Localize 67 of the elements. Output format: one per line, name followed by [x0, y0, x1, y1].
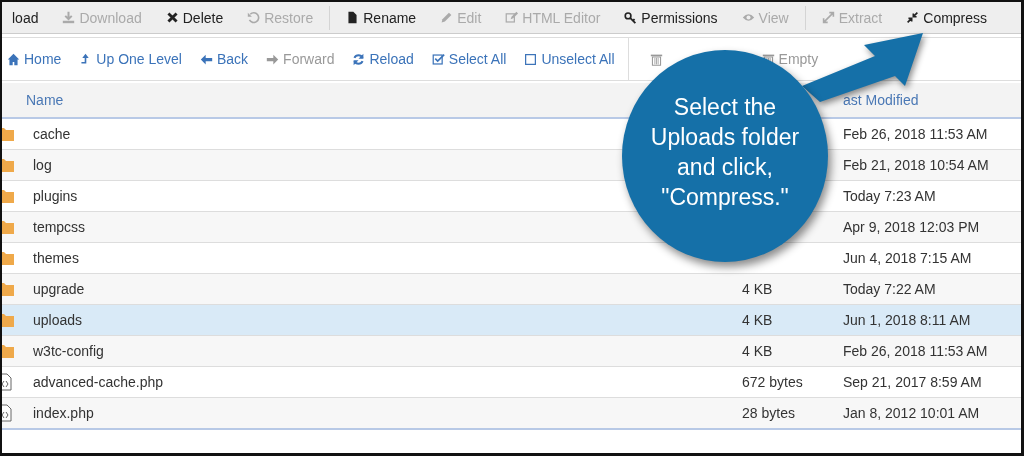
nav-button[interactable]: Home — [2, 45, 71, 73]
file-name: uploads — [33, 312, 83, 328]
download-icon — [62, 11, 76, 24]
file-icon — [346, 11, 360, 24]
file-size: 672 bytes — [742, 374, 803, 390]
nav-button[interactable]: Up One Level — [70, 45, 191, 73]
edit-icon — [505, 11, 519, 24]
file-size: 4 KB — [742, 281, 773, 297]
modified-date: Today 7:23 AM — [843, 188, 936, 204]
file-row[interactable]: index.php 28 bytes Jan 8, 2012 10:01 AM — [2, 398, 1021, 429]
column-header[interactable]: Name — [26, 92, 64, 108]
back-arrow-icon — [199, 52, 213, 66]
nav-button[interactable]: Select All — [422, 45, 516, 73]
file-name: advanced-cache.php — [33, 374, 163, 390]
pencil-icon — [440, 11, 454, 24]
nav-button[interactable]: Unselect All — [515, 45, 624, 73]
column-header[interactable]: ast Modified — [843, 92, 919, 108]
file-name: log — [33, 157, 52, 173]
toolbar-button[interactable]: load — [2, 3, 51, 32]
toolbar-button[interactable]: Compress — [894, 3, 1000, 32]
undo-icon — [247, 11, 261, 24]
folder-icon — [2, 189, 14, 203]
toolbar-button[interactable]: Delete — [153, 3, 236, 32]
folder-icon — [2, 251, 14, 265]
file-name: plugins — [33, 188, 78, 204]
folder-icon — [2, 158, 14, 172]
modified-date: Jun 1, 2018 8:11 AM — [843, 312, 971, 328]
compress-icon — [906, 11, 920, 24]
file-size: 4 KB — [742, 343, 773, 359]
file-size: 28 bytes — [742, 405, 795, 421]
forward-arrow-icon — [266, 52, 280, 66]
folder-icon — [2, 282, 14, 296]
folder-icon — [2, 313, 14, 327]
modified-date: Today 7:22 AM — [843, 281, 936, 297]
home-icon — [7, 52, 20, 66]
modified-date: Apr 9, 2018 12:03 PM — [843, 219, 980, 235]
file-name: tempcss — [33, 219, 86, 235]
key-icon — [624, 11, 638, 24]
file-row[interactable]: w3tc-config 4 KB Feb 26, 2018 11:53 AM — [2, 336, 1021, 367]
toolbar-button[interactable]: Permissions — [612, 3, 730, 32]
modified-date: Sep 21, 2017 8:59 AM — [843, 374, 982, 390]
expand-icon — [821, 11, 835, 24]
file-name: w3tc-config — [33, 343, 104, 359]
folder-icon — [2, 220, 14, 234]
folder-icon — [2, 344, 14, 358]
folder-icon — [2, 127, 14, 141]
file-name: upgrade — [33, 281, 85, 297]
toolbar-button[interactable]: Rename — [334, 3, 429, 32]
file-name: index.php — [33, 405, 94, 421]
checkbox-icon — [431, 52, 445, 66]
trash-icon — [649, 52, 663, 66]
nav-button[interactable]: Reload — [343, 45, 423, 73]
close-icon — [165, 11, 179, 24]
file-name: themes — [33, 250, 79, 266]
modified-date: Feb 21, 2018 10:54 AM — [843, 157, 989, 173]
file-row[interactable]: upgrade 4 KB Today 7:22 AM — [2, 274, 1021, 305]
square-icon — [524, 52, 538, 66]
modified-date: Jan 8, 2012 10:01 AM — [843, 405, 980, 421]
nav-button[interactable]: Back — [190, 45, 258, 73]
file-size: 4 KB — [742, 312, 773, 328]
eye-icon — [741, 11, 755, 24]
modified-date: Jun 4, 2018 7:15 AM — [843, 250, 972, 266]
modified-date: Feb 26, 2018 11:53 AM — [843, 343, 988, 359]
file-row[interactable]: uploads 4 KB Jun 1, 2018 8:11 AM — [2, 305, 1021, 336]
reload-icon — [352, 52, 366, 66]
modified-date: Feb 26, 2018 11:53 AM — [843, 126, 988, 142]
file-name: cache — [33, 126, 71, 142]
